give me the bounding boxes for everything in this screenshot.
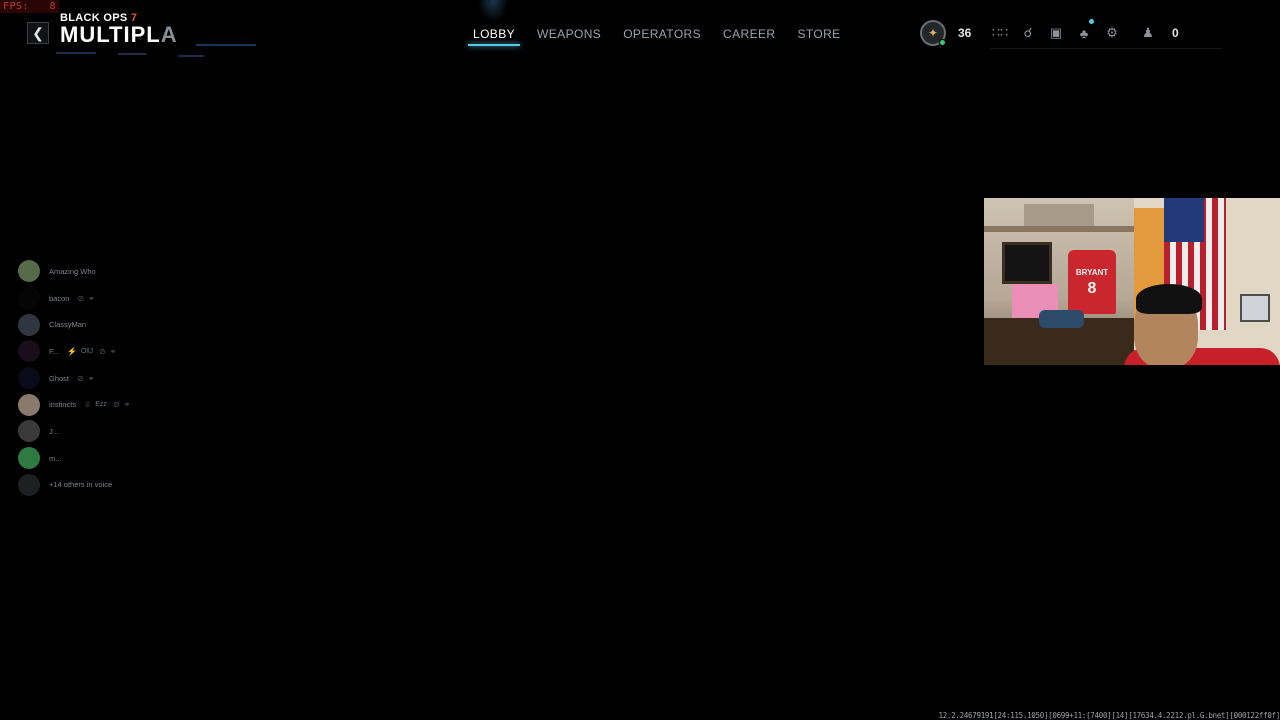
unlock-button[interactable]: ☌ <box>1014 19 1042 47</box>
player-level: 36 <box>958 26 972 40</box>
crown-icon: ♕ <box>84 400 92 410</box>
notification-dot <box>1089 19 1094 24</box>
party-count: 0 <box>1172 26 1179 40</box>
notifications-button[interactable]: ♣ <box>1070 19 1098 47</box>
tab-weapons[interactable]: WEAPONS <box>526 26 612 44</box>
voice-member[interactable]: instincts ♕ Ezz ⊘ ⚭ <box>18 391 198 418</box>
voice-member[interactable]: F... ⚡ OllJ ⊘ ⚭ <box>18 338 198 365</box>
grid-menu-button[interactable]: ∷∷ <box>986 19 1014 47</box>
settings-gear-icon: ⚙ <box>1106 25 1118 40</box>
grid-icon: ∷∷ <box>991 25 1009 40</box>
headset-off-icon: ⚭ <box>123 400 131 410</box>
voice-others-count: +14 others in voice <box>49 480 113 490</box>
voice-channel-list: Amazing Who bacon ⊘ ⚭ ClassyMan F... ⚡ O… <box>18 258 198 498</box>
voice-member[interactable]: ClassyMan <box>18 311 198 338</box>
voice-member[interactable]: bacon ⊘ ⚭ <box>18 285 198 312</box>
glitch-decoration <box>56 52 96 54</box>
online-status-dot <box>939 39 946 46</box>
avatar <box>18 393 40 416</box>
avatar <box>18 367 40 390</box>
webcam-jersey-number: 8 <box>1087 280 1097 297</box>
chevron-left-icon: ❮ <box>32 24 44 41</box>
hud-toolbar: ✦ 36 ∷∷ ☌ ▣ ♣ ⚙ ♟ 0 <box>920 18 1179 48</box>
voice-member[interactable]: Ghost ⊘ ⚭ <box>18 365 198 392</box>
headset-off-icon: ⚭ <box>88 293 95 303</box>
webcam-jersey-name: BRYANT <box>1075 268 1109 277</box>
voice-status: ⚡ OllJ ⊘ ⚭ <box>67 347 120 356</box>
webcam-shelf-items <box>1024 204 1094 226</box>
party-icon: ♟ <box>1142 25 1154 40</box>
voice-others-row[interactable]: +14 others in voice <box>18 472 198 499</box>
avatar <box>18 313 40 336</box>
voice-member-name: Ghost <box>49 373 70 383</box>
fps-label: FPS: <box>3 1 30 12</box>
voice-status: ⊘ ⚭ <box>77 374 98 383</box>
avatar <box>18 340 40 363</box>
voice-member-name: F... <box>49 346 60 356</box>
webcam-overlay: BRYANT 8 <box>984 198 1280 365</box>
avatar <box>18 260 40 283</box>
voice-member-name: ClassyMan <box>49 320 87 330</box>
tab-lobby[interactable]: LOBBY <box>462 26 526 46</box>
voice-member-name: bacon <box>49 293 70 303</box>
headset-off-icon: ⚭ <box>87 373 95 383</box>
unlock-icon: ☌ <box>1023 25 1033 40</box>
notification-bell-icon: ♣ <box>1079 25 1089 41</box>
back-button[interactable]: ❮ <box>27 22 49 44</box>
voice-status: ⊘ ⚭ <box>77 294 98 303</box>
voice-member-name: J... <box>49 426 60 436</box>
mute-icon: ⊘ <box>112 400 120 410</box>
game-mode-title: MULTIPLA <box>60 24 178 46</box>
fps-value: 8 <box>49 1 57 12</box>
voice-tag-text: Ezz <box>95 401 107 409</box>
headset-off-icon: ⚭ <box>109 346 117 356</box>
game-mode-faded: A <box>160 22 178 47</box>
tab-career[interactable]: CAREER <box>712 26 786 44</box>
voice-member[interactable]: m... <box>18 445 198 472</box>
webcam-picture-frame <box>1002 242 1052 284</box>
avatar <box>18 473 40 496</box>
glitch-decoration <box>178 55 204 57</box>
rank-emblem-icon: ✦ <box>927 26 939 40</box>
webcam-person-hair <box>1136 284 1202 314</box>
inbox-icon: ▣ <box>1049 25 1063 40</box>
settings-button[interactable]: ⚙ <box>1098 19 1126 47</box>
build-info: 12.2.24679191[24:115.1050][0699+11:[7400… <box>938 711 1280 720</box>
voice-member-name: m... <box>49 453 62 463</box>
tab-operators[interactable]: OPERATORS <box>612 26 712 44</box>
voice-status: ♕ Ezz ⊘ ⚭ <box>84 400 134 409</box>
webcam-flag-canton <box>1164 198 1204 242</box>
webcam-shelf <box>984 226 1134 232</box>
player-rank-button[interactable]: ✦ <box>920 20 946 46</box>
voice-member-name: instincts <box>49 400 77 410</box>
fps-counter: FPS: 8 <box>0 0 60 13</box>
nav-glow <box>478 0 508 22</box>
webcam-object <box>1039 310 1084 328</box>
voice-member-name: Amazing Who <box>49 266 96 276</box>
glitch-decoration <box>196 44 256 46</box>
glitch-decoration <box>118 53 146 55</box>
game-title: BLACK OPS 7 MULTIPLA <box>60 12 178 46</box>
game-mode-text: MULTIPL <box>60 22 161 47</box>
voice-tag-text: OllJ <box>80 347 94 355</box>
mute-icon: ⊘ <box>99 346 106 356</box>
webcam-wall-art <box>1240 294 1270 322</box>
main-nav: LOBBY WEAPONS OPERATORS CAREER STORE <box>462 26 852 46</box>
mute-icon: ⊘ <box>77 373 84 383</box>
lightning-icon: ⚡ <box>67 346 77 356</box>
inbox-button[interactable]: ▣ <box>1042 19 1070 47</box>
voice-member[interactable]: Amazing Who <box>18 258 198 285</box>
party-button[interactable]: ♟ <box>1134 19 1162 47</box>
hud-divider <box>990 48 1222 49</box>
avatar <box>18 287 40 310</box>
tab-store[interactable]: STORE <box>786 26 851 44</box>
mute-icon: ⊘ <box>77 293 85 303</box>
avatar <box>18 447 40 470</box>
avatar <box>18 420 40 443</box>
voice-member[interactable]: J... <box>18 418 198 445</box>
